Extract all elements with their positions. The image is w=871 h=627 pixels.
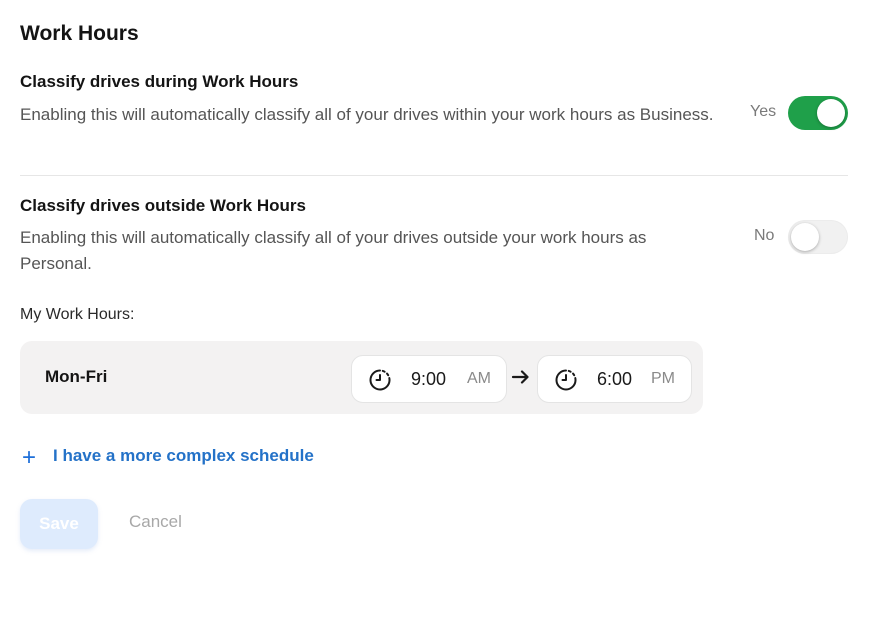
during-toggle-state: Yes [750, 103, 777, 120]
end-time-period: PM [651, 370, 675, 387]
save-button[interactable]: Save [20, 499, 98, 549]
start-time-period: AM [467, 370, 491, 387]
cancel-button[interactable]: Cancel [129, 512, 182, 532]
during-work-hours-title: Classify drives during Work Hours [20, 72, 299, 91]
plus-icon: + [22, 444, 37, 471]
clock-icon [555, 369, 577, 391]
arrow-right-icon [511, 370, 529, 384]
schedule-day: Mon-Fri [45, 367, 108, 386]
during-work-hours-toggle[interactable] [788, 96, 848, 130]
outside-work-hours-toggle[interactable] [788, 220, 848, 254]
toggle-knob [791, 223, 819, 251]
outside-work-hours-description: Enabling this will automatically classif… [20, 228, 647, 273]
end-time-picker[interactable]: 6:00 PM [537, 355, 692, 403]
page-title: Work Hours [20, 22, 139, 45]
schedule-row: Mon-Fri 9:00 AM 6:00 PM [20, 341, 703, 414]
during-work-hours-description: Enabling this will automatically classif… [20, 105, 714, 124]
section-divider [20, 175, 848, 176]
complex-schedule-label: I have a more complex schedule [53, 446, 314, 465]
clock-icon [369, 369, 391, 391]
start-time-picker[interactable]: 9:00 AM [351, 355, 507, 403]
my-work-hours-label: My Work Hours: [20, 306, 135, 323]
end-time-value: 6:00 [597, 369, 633, 389]
outside-work-hours-title: Classify drives outside Work Hours [20, 196, 306, 215]
start-time-value: 9:00 [411, 369, 447, 389]
outside-toggle-state: No [754, 227, 775, 244]
toggle-knob [817, 99, 845, 127]
